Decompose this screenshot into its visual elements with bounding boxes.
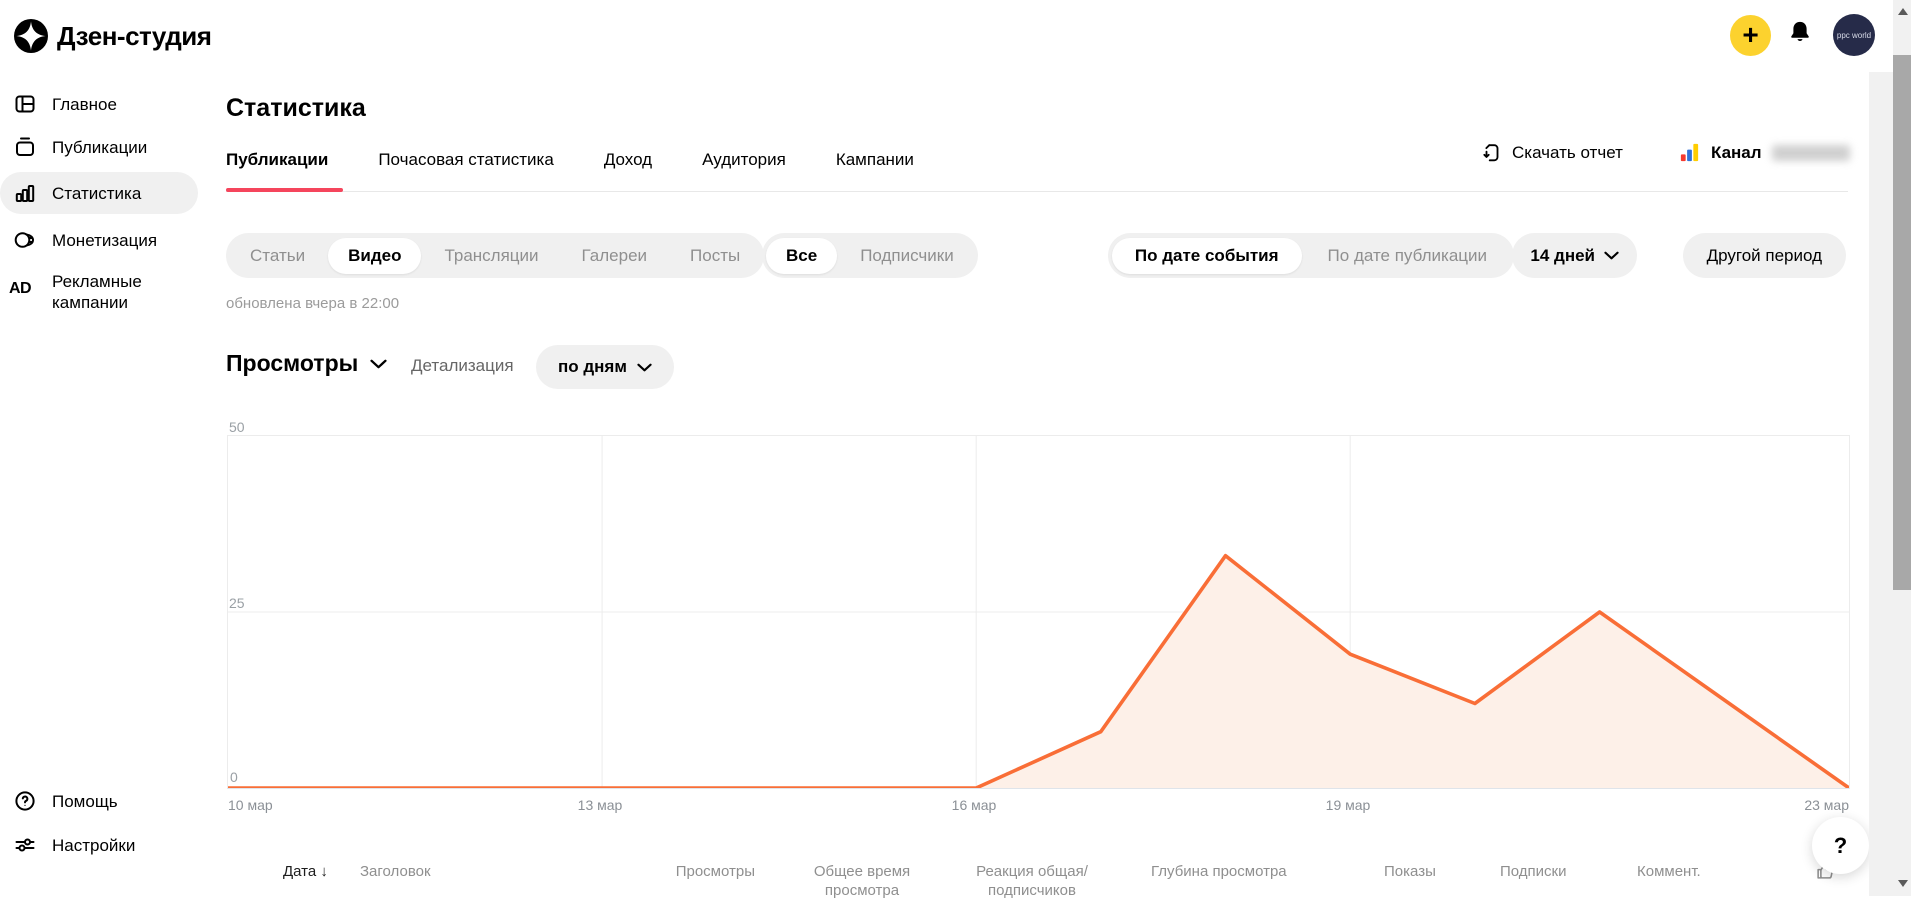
filter-streams[interactable]: Трансляции xyxy=(424,238,558,274)
metric-dropdown[interactable]: Просмотры xyxy=(226,350,387,377)
chevron-down-icon xyxy=(1604,251,1619,260)
column-header-view-depth[interactable]: Глубина просмотра xyxy=(1151,862,1287,881)
custom-period-label: Другой период xyxy=(1707,246,1822,266)
publications-icon xyxy=(13,135,37,159)
right-gutter xyxy=(1869,72,1893,896)
column-header-subscriptions[interactable]: Подписки xyxy=(1500,862,1567,881)
filter-all[interactable]: Все xyxy=(766,238,837,274)
sidebar-item-settings[interactable]: Настройки xyxy=(0,824,210,866)
sidebar-item-label: Публикации xyxy=(52,137,147,158)
chevron-down-icon xyxy=(637,363,652,372)
plus-icon: + xyxy=(1742,21,1758,49)
filter-by-publication-date[interactable]: По дате публикации xyxy=(1305,238,1510,274)
tab-income[interactable]: Доход xyxy=(604,150,652,190)
tablist: Публикации Почасовая статистика Доход Ау… xyxy=(226,150,914,190)
y-axis-tick: 50 xyxy=(229,419,245,435)
x-axis-tick: 19 мар xyxy=(1326,797,1371,813)
channel-switcher[interactable]: Канал xyxy=(1678,141,1850,164)
coins-icon xyxy=(13,228,37,252)
column-header-date[interactable]: Дата ↓ xyxy=(283,862,328,881)
x-axis-tick: 13 мар xyxy=(578,797,623,813)
audience-filter: Все Подписчики xyxy=(762,233,978,278)
views-line-chart[interactable] xyxy=(227,435,1850,789)
detail-value: по дням xyxy=(558,357,627,377)
x-axis-tick: 16 мар xyxy=(952,797,997,813)
content-type-filter: Статьи Видео Трансляции Галереи Посты xyxy=(226,233,764,278)
filter-by-event-date[interactable]: По дате события xyxy=(1112,238,1302,274)
filter-subscribers[interactable]: Подписчики xyxy=(840,238,974,274)
channel-label: Канал xyxy=(1711,143,1762,163)
chevron-down-icon xyxy=(370,359,387,369)
layout-icon xyxy=(13,92,37,116)
bar-chart-icon xyxy=(13,181,37,205)
sidebar-item-publications[interactable]: Публикации xyxy=(0,126,210,168)
chart-svg xyxy=(228,436,1849,788)
sidebar-item-statistics[interactable]: Статистика xyxy=(0,172,198,214)
download-icon xyxy=(1481,141,1503,165)
question-mark: ? xyxy=(1834,833,1847,859)
sidebar-item-ad-campaigns[interactable]: AD Рекламные кампании xyxy=(0,268,210,316)
sidebar-item-label: Настройки xyxy=(52,835,135,856)
scrollbar-thumb[interactable] xyxy=(1893,55,1911,590)
sidebar-item-label: Статистика xyxy=(52,183,141,204)
updated-note: обновлена вчера в 22:00 xyxy=(226,295,399,312)
avatar-text: ppc world xyxy=(1837,31,1871,40)
sidebar-item-label: Главное xyxy=(52,94,117,115)
question-circle-icon xyxy=(13,789,37,813)
tab-hourly-statistics[interactable]: Почасовая статистика xyxy=(378,150,554,190)
column-header-title[interactable]: Заголовок xyxy=(360,862,431,881)
column-header-total-time[interactable]: Общее время просмотра xyxy=(802,862,922,900)
avatar[interactable]: ppc world xyxy=(1833,14,1875,56)
filter-video[interactable]: Видео xyxy=(328,238,421,274)
sidebar-item-label: Рекламные кампании xyxy=(52,271,172,313)
tab-campaigns[interactable]: Кампании xyxy=(836,150,914,190)
ad-icon: AD xyxy=(9,280,43,304)
active-tab-underline xyxy=(226,188,343,192)
detail-label: Детализация xyxy=(411,356,514,376)
x-axis-tick: 10 мар xyxy=(228,797,273,813)
sort-desc-arrow: ↓ xyxy=(320,863,328,880)
create-button[interactable]: + xyxy=(1730,15,1771,56)
column-header-reactions[interactable]: Реакция общая/ подписчиков xyxy=(962,862,1102,900)
app-title: Дзен-студия xyxy=(57,21,211,52)
column-header-impressions[interactable]: Показы xyxy=(1384,862,1436,881)
filter-posts[interactable]: Посты xyxy=(670,238,760,274)
metric-label: Просмотры xyxy=(226,350,358,377)
metrica-bars-icon xyxy=(1678,141,1701,164)
sidebar-item-label: Помощь xyxy=(52,791,118,812)
sidebar-item-monetization[interactable]: Монетизация xyxy=(0,219,210,261)
page-title: Статистика xyxy=(226,94,366,123)
period-dropdown[interactable]: 14 дней xyxy=(1512,233,1637,278)
period-value: 14 дней xyxy=(1530,246,1595,266)
tab-audience[interactable]: Аудитория xyxy=(702,150,786,190)
column-header-comments[interactable]: Коммент. xyxy=(1637,862,1701,881)
sidebar-item-main[interactable]: Главное xyxy=(0,83,210,125)
date-mode-filter: По дате события По дате публикации xyxy=(1108,233,1514,278)
filter-articles[interactable]: Статьи xyxy=(230,238,325,274)
download-report-button[interactable]: Скачать отчет xyxy=(1481,141,1623,165)
sliders-icon xyxy=(13,833,37,857)
scrollbar-down-arrow[interactable] xyxy=(1898,880,1908,887)
detail-dropdown[interactable]: по дням xyxy=(536,345,674,389)
sidebar-item-label: Монетизация xyxy=(52,230,157,251)
filter-galleries[interactable]: Галереи xyxy=(562,238,668,274)
help-button[interactable]: ? xyxy=(1812,817,1869,874)
notifications-bell-icon[interactable] xyxy=(1787,18,1813,46)
sidebar-item-help[interactable]: Помощь xyxy=(0,780,210,822)
tab-publications[interactable]: Публикации xyxy=(226,150,328,190)
download-report-label: Скачать отчет xyxy=(1512,143,1623,163)
custom-period-button[interactable]: Другой период xyxy=(1683,233,1846,278)
chart-area xyxy=(228,556,1849,788)
column-header-views[interactable]: Просмотры xyxy=(655,862,755,881)
tabs-divider xyxy=(226,191,1848,192)
zen-logo-icon[interactable] xyxy=(14,19,48,53)
x-axis-tick: 23 мар xyxy=(1804,797,1849,813)
channel-name-blurred xyxy=(1772,145,1850,161)
scrollbar-up-arrow[interactable] xyxy=(1898,8,1908,15)
